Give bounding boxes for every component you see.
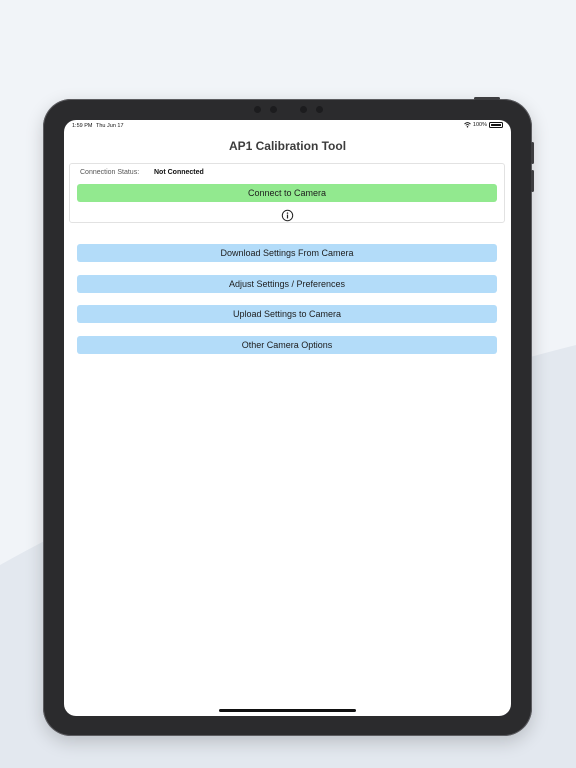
battery-icon xyxy=(489,122,503,128)
front-camera-dot xyxy=(300,106,307,113)
front-camera-dot xyxy=(316,106,323,113)
status-bar: 1:59 PM Thu Jun 17 100% xyxy=(64,120,511,132)
status-date: Thu Jun 17 xyxy=(96,123,124,129)
device-volume-down-button xyxy=(531,170,534,192)
status-right-group: 100% xyxy=(464,122,503,128)
page-title: AP1 Calibration Tool xyxy=(228,139,347,153)
upload-settings-button[interactable]: Upload Settings to Camera xyxy=(77,305,497,323)
connect-to-camera-button[interactable]: Connect to Camera xyxy=(77,184,497,202)
connection-status-value: Not Connected xyxy=(154,169,204,176)
battery-percent: 100% xyxy=(472,122,487,128)
front-camera-dot xyxy=(270,106,277,113)
device-volume-up-button xyxy=(531,142,534,164)
app-screen: 1:59 PM Thu Jun 17 100% AP1 Calibration … xyxy=(64,120,511,716)
wifi-icon xyxy=(464,122,471,128)
front-camera-dot xyxy=(254,106,261,113)
adjust-settings-button[interactable]: Adjust Settings / Preferences xyxy=(77,275,497,293)
info-circle-icon[interactable] xyxy=(281,209,294,222)
other-camera-options-button[interactable]: Other Camera Options xyxy=(77,336,497,354)
status-time: 1:59 PM xyxy=(72,123,93,129)
home-indicator[interactable] xyxy=(219,709,356,712)
device-top-button xyxy=(474,97,500,100)
connection-status-label: Connection Status: xyxy=(80,169,140,176)
download-settings-button[interactable]: Download Settings From Camera xyxy=(77,244,497,262)
